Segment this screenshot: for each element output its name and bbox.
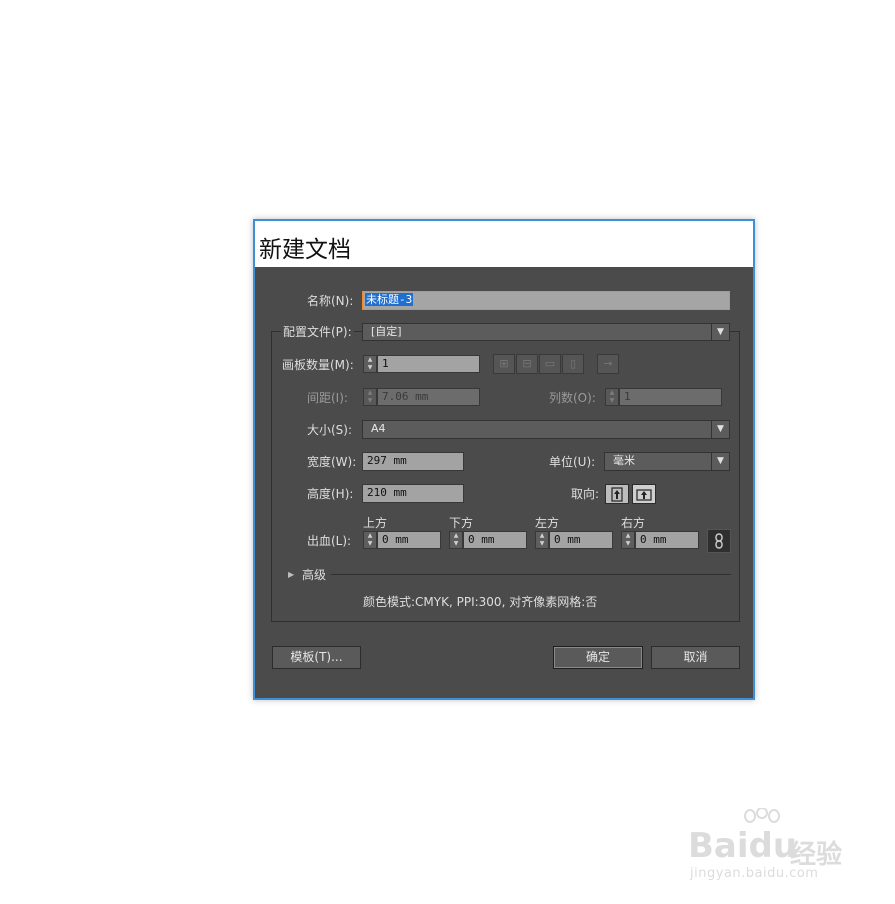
columns-stepper[interactable]: ▲ ▼ (605, 388, 619, 406)
link-bleed-button[interactable] (707, 529, 731, 553)
bleed-bottom-label: 下方 (449, 516, 474, 530)
watermark-url: jingyan.baidu.com (690, 866, 819, 881)
artboards-stepper[interactable]: ▲ ▼ (363, 355, 377, 373)
advanced-toggle[interactable]: 高级 (302, 568, 326, 582)
width-input[interactable]: 297 mm (362, 452, 464, 471)
columns-input[interactable]: 1 (619, 388, 722, 406)
units-label: 单位(U): (549, 455, 596, 469)
dialog-title: 新建文档 (259, 237, 351, 263)
bleed-left-stepper[interactable]: ▲ ▼ (535, 531, 549, 549)
artboards-label: 画板数量(M): (282, 358, 354, 372)
dialog-titlebar: 新建文档 (255, 221, 753, 267)
cancel-button[interactable]: 取消 (651, 646, 740, 669)
bleed-top-stepper[interactable]: ▲ ▼ (363, 531, 377, 549)
watermark-brand: Baidu (688, 826, 797, 866)
bleed-label: 出血(L): (307, 534, 352, 548)
expand-triangle-icon[interactable]: ▶ (288, 570, 294, 579)
profile-dropdown[interactable]: [自定] ▼ (362, 323, 730, 341)
baidu-watermark: Baidu 经验 jingyan.baidu.com (688, 808, 853, 888)
arrange-by-row-icon[interactable]: ▭ (539, 354, 561, 374)
profile-value: [自定] (371, 325, 402, 338)
advanced-divider (331, 574, 731, 575)
bleed-right-label: 右方 (621, 516, 646, 530)
summary-text: 颜色模式:CMYK, PPI:300, 对齐像素网格:否 (363, 595, 598, 609)
portrait-icon (611, 487, 623, 502)
profile-label: 配置文件(P): (281, 325, 354, 339)
templates-button[interactable]: 模板(T)... (272, 646, 361, 669)
chevron-down-icon: ▼ (711, 453, 729, 470)
height-input[interactable]: 210 mm (362, 484, 464, 503)
orientation-label: 取向: (571, 487, 600, 501)
spacing-input[interactable]: 7.06 mm (377, 388, 480, 406)
spacing-label: 间距(I): (307, 391, 348, 405)
artboards-input[interactable]: 1 (377, 355, 480, 373)
bleed-right-input[interactable]: 0 mm (635, 531, 699, 549)
bleed-left-label: 左方 (535, 516, 560, 530)
height-label: 高度(H): (307, 487, 354, 501)
name-input-value: 未标题-3 (365, 293, 414, 306)
units-dropdown[interactable]: 毫米 ▼ (604, 452, 730, 471)
grid-by-column-icon[interactable]: ⊟ (516, 354, 538, 374)
arrange-by-column-icon[interactable]: ▯ (562, 354, 584, 374)
spacing-stepper[interactable]: ▲ ▼ (363, 388, 377, 406)
settings-groupbox (271, 331, 740, 622)
grid-by-row-icon[interactable]: ⊞ (493, 354, 515, 374)
bleed-bottom-input[interactable]: 0 mm (463, 531, 527, 549)
bleed-left-input[interactable]: 0 mm (549, 531, 613, 549)
portrait-orientation-button[interactable] (605, 484, 629, 504)
layout-direction-icon[interactable]: → (597, 354, 619, 374)
size-value: A4 (371, 422, 386, 435)
name-input[interactable]: 未标题-3 (362, 291, 730, 310)
bleed-top-label: 上方 (363, 516, 388, 530)
landscape-orientation-button[interactable] (632, 484, 656, 504)
width-label: 宽度(W): (307, 455, 357, 469)
chain-link-icon (715, 533, 723, 549)
size-label: 大小(S): (307, 423, 353, 437)
watermark-brand-part1: Bai (688, 826, 749, 866)
landscape-icon (636, 489, 652, 501)
bleed-right-stepper[interactable]: ▲ ▼ (621, 531, 635, 549)
bleed-top-input[interactable]: 0 mm (377, 531, 441, 549)
size-dropdown[interactable]: A4 ▼ (362, 420, 730, 439)
units-value: 毫米 (613, 454, 635, 467)
name-label: 名称(N): (307, 294, 354, 308)
chevron-down-icon: ▼ (711, 324, 729, 340)
new-document-dialog: 新建文档 名称(N): 未标题-3 配置文件(P): [自定] ▼ 画板数量(M… (253, 219, 755, 700)
columns-label: 列数(O): (549, 391, 596, 405)
bleed-bottom-stepper[interactable]: ▲ ▼ (449, 531, 463, 549)
chevron-down-icon: ▼ (711, 421, 729, 438)
ok-button[interactable]: 确定 (553, 646, 643, 669)
